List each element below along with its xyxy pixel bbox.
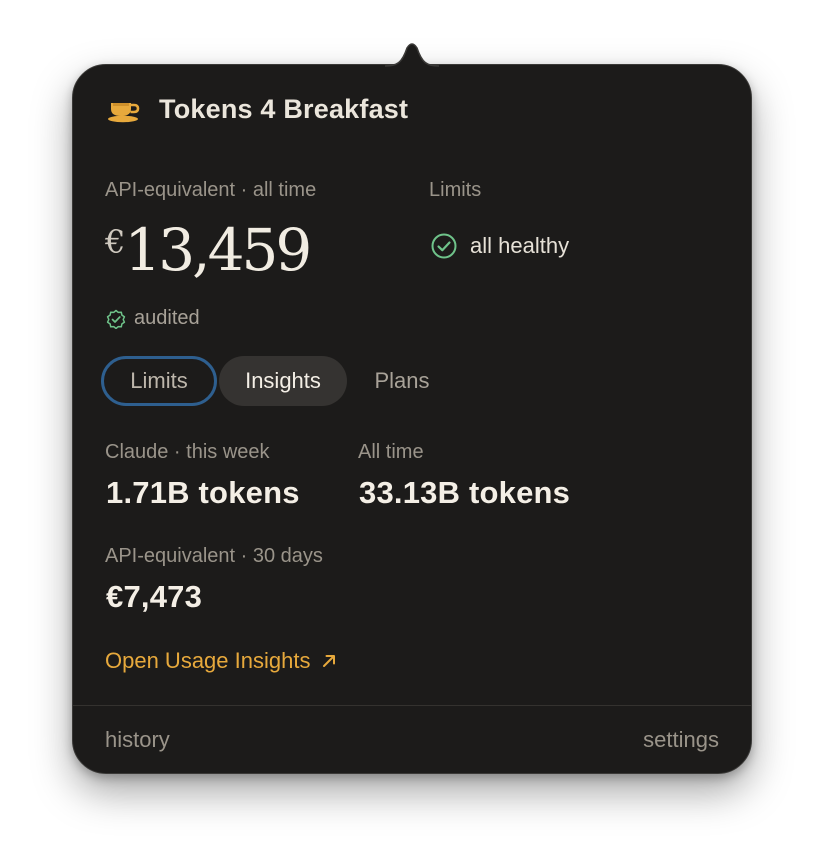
footer-divider	[73, 705, 751, 706]
all-time-spend-label: API-equivalent · all time	[105, 179, 317, 201]
all-time-usage-value: 33.13B tokens	[359, 475, 571, 510]
limits-status: all healthy	[430, 232, 569, 260]
open-usage-insights-link[interactable]: Open Usage Insights	[105, 648, 338, 674]
tab-plans[interactable]: Plans	[347, 356, 457, 406]
tab-bar: Limits Insights Plans	[101, 356, 457, 406]
week-usage-label: Claude · this week	[105, 441, 270, 463]
verified-badge-icon	[106, 309, 126, 329]
spend-amount: 13,459	[124, 216, 312, 284]
arrow-up-right-icon	[323, 655, 336, 667]
app-title: Tokens 4 Breakfast	[159, 93, 409, 124]
limits-label: Limits	[429, 179, 482, 201]
week-usage-value: 1.71B tokens	[106, 475, 300, 510]
check-circle-icon	[431, 233, 457, 259]
coffee-cup-icon	[108, 103, 140, 123]
audited-label: audited	[134, 307, 200, 329]
stage: Tokens 4 Breakfast API-equivalent · all …	[0, 0, 824, 854]
currency-symbol: €	[105, 223, 125, 261]
popover-arrow	[385, 43, 439, 68]
thirty-day-spend-label: API-equivalent · 30 days	[105, 545, 323, 567]
all-time-spend-value: € 13,459	[105, 215, 312, 285]
settings-link[interactable]: settings	[643, 727, 719, 753]
limits-status-text: all healthy	[470, 233, 570, 258]
tab-insights[interactable]: Insights	[219, 356, 347, 406]
audited-badge: audited	[106, 307, 200, 330]
all-time-usage-label: All time	[358, 441, 424, 463]
history-link[interactable]: history	[105, 727, 170, 753]
usage-popover: Tokens 4 Breakfast API-equivalent · all …	[72, 64, 752, 774]
open-usage-insights-label: Open Usage Insights	[105, 648, 311, 673]
popover-header: Tokens 4 Breakfast	[107, 91, 408, 127]
tab-limits[interactable]: Limits	[101, 356, 217, 406]
thirty-day-spend-value: €7,473	[106, 579, 203, 614]
